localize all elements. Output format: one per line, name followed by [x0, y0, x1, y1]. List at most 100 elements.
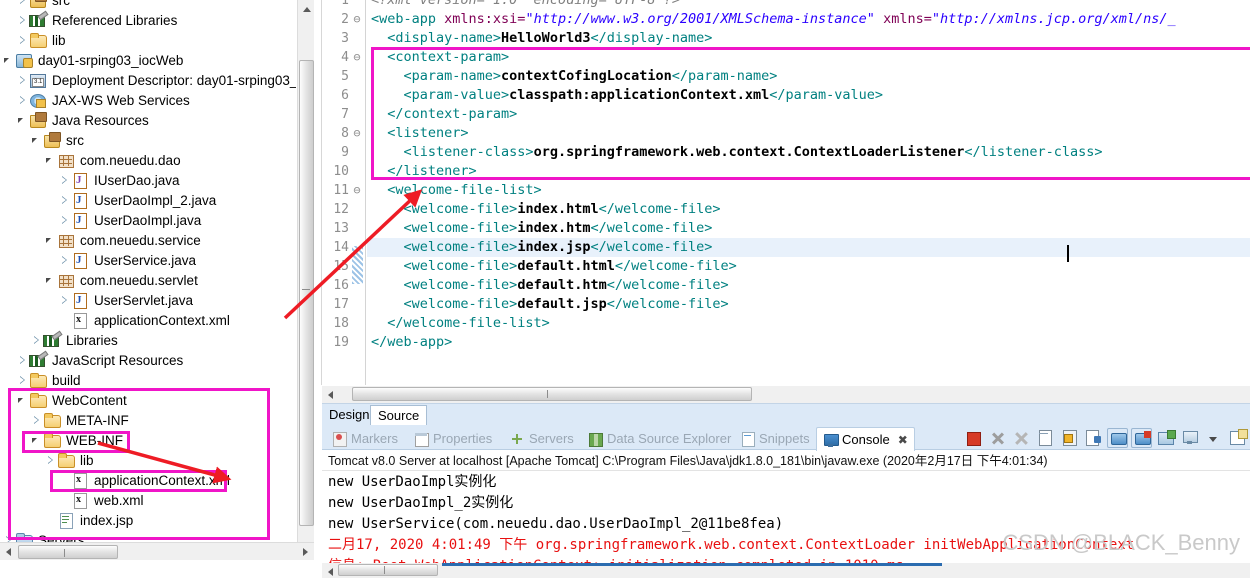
editor-mode-tabs[interactable]: Design Source: [322, 403, 1250, 426]
remove-launch-button[interactable]: [987, 428, 1008, 448]
expand-arrow-closed-icon[interactable]: [30, 410, 43, 430]
tree-item[interactable]: com.neuedu.dao: [0, 150, 296, 170]
code-line[interactable]: <welcome-file-list>: [371, 181, 541, 200]
tree-item[interactable]: index.jsp: [0, 510, 296, 530]
console-toolbar[interactable]: [963, 427, 1248, 449]
console-scroll-left-button[interactable]: [322, 563, 336, 578]
code-area[interactable]: <?xml version="1.0" encoding="UTF-8"?> <w…: [367, 0, 1250, 385]
expand-arrow-closed-icon[interactable]: [16, 70, 29, 90]
expand-arrow-open-icon[interactable]: [30, 130, 43, 150]
tree-item[interactable]: META-INF: [0, 410, 296, 430]
expand-arrow-open-icon[interactable]: [2, 50, 15, 70]
close-icon[interactable]: ✖: [898, 429, 908, 451]
expand-arrow-open-icon[interactable]: [44, 230, 57, 250]
open-console-button[interactable]: [1227, 428, 1248, 448]
tab-source[interactable]: Source: [370, 405, 428, 426]
expand-arrow-closed-icon[interactable]: [58, 290, 71, 310]
tree-item[interactable]: UserService.java: [0, 250, 296, 270]
scroll-lock-button[interactable]: [1059, 428, 1080, 448]
tab-design[interactable]: Design: [322, 405, 376, 426]
console-dropdown-button[interactable]: [1203, 428, 1224, 448]
code-line[interactable]: <listener>: [371, 124, 468, 143]
show-console-on-error-button[interactable]: [1131, 428, 1152, 448]
tree-item[interactable]: applicationContext.xml: [0, 310, 296, 330]
fold-toggle-icon[interactable]: ⊖: [351, 124, 363, 143]
code-line[interactable]: </welcome-file-list>: [371, 314, 550, 333]
editor-horizontal-scrollbar[interactable]: [322, 386, 1250, 403]
expand-arrow-open-icon[interactable]: [44, 270, 57, 290]
explorer-vertical-scrollbar[interactable]: [297, 0, 314, 560]
expand-arrow-closed-icon[interactable]: [30, 330, 43, 350]
code-line[interactable]: <welcome-file>index.jsp</welcome-file>: [367, 238, 1250, 257]
editor-scroll-left-button[interactable]: [322, 386, 338, 403]
code-line[interactable]: <welcome-file>default.jsp</welcome-file>: [371, 295, 729, 314]
scroll-up-button[interactable]: [298, 0, 314, 17]
tree-item[interactable]: src: [0, 0, 296, 10]
tree-item[interactable]: lib: [0, 450, 296, 470]
expand-arrow-open-icon[interactable]: [16, 110, 29, 130]
tree-item[interactable]: src: [0, 130, 296, 150]
project-explorer-panel[interactable]: src Referenced Libraries lib day01-srping03…: [0, 0, 314, 560]
code-line[interactable]: <listener-class>org.springframework.web.…: [371, 143, 1103, 162]
expand-arrow-closed-icon[interactable]: [16, 10, 29, 30]
expand-arrow-closed-icon[interactable]: [16, 350, 29, 370]
expand-arrow-closed-icon[interactable]: [58, 170, 71, 190]
expand-arrow-closed-icon[interactable]: [44, 450, 57, 470]
scroll-right-button[interactable]: [297, 543, 314, 560]
tree-item[interactable]: UserDaoImpl_2.java: [0, 190, 296, 210]
code-line[interactable]: <web-app xmlns:xsi="http://www.w3.org/20…: [371, 10, 1176, 29]
fold-toggle-icon[interactable]: ⊖: [351, 10, 363, 29]
view-tab-markers[interactable]: Markers: [326, 427, 404, 450]
terminate-button[interactable]: [963, 428, 984, 448]
expand-arrow-closed-icon[interactable]: [16, 370, 29, 390]
tree-item[interactable]: com.neuedu.service: [0, 230, 296, 250]
show-console-on-output-button[interactable]: [1107, 428, 1128, 448]
expand-arrow-closed-icon[interactable]: [16, 30, 29, 50]
tree-item[interactable]: com.neuedu.servlet: [0, 270, 296, 290]
fold-toggle-icon[interactable]: ⊖: [351, 48, 363, 67]
view-tab-snippets[interactable]: Snippets: [734, 427, 816, 450]
word-wrap-button[interactable]: [1083, 428, 1104, 448]
tree-item[interactable]: web.xml: [0, 490, 296, 510]
expand-arrow-open-icon[interactable]: [30, 430, 43, 450]
expand-arrow-closed-icon[interactable]: [16, 0, 29, 10]
explorer-horizontal-scrollbar[interactable]: [0, 542, 314, 560]
clear-console-button[interactable]: [1035, 428, 1056, 448]
pin-console-button[interactable]: [1155, 428, 1176, 448]
code-line[interactable]: <welcome-file>index.htm</welcome-file>: [371, 219, 713, 238]
console-horizontal-scrollbar[interactable]: [322, 563, 1250, 578]
tree-item[interactable]: Referenced Libraries: [0, 10, 296, 30]
code-line[interactable]: <param-name>contextCofingLocation</param…: [371, 67, 778, 86]
tree-item[interactable]: JavaScript Resources: [0, 350, 296, 370]
view-tab-data-source-explorer[interactable]: Data Source Explorer: [582, 427, 737, 450]
tree-item[interactable]: JAX-WS Web Services: [0, 90, 296, 110]
remove-all-launches-button[interactable]: [1011, 428, 1032, 448]
view-tab-properties[interactable]: Properties: [408, 427, 498, 450]
code-line[interactable]: <display-name>HelloWorld3</display-name>: [371, 29, 712, 48]
code-line[interactable]: <welcome-file>default.htm</welcome-file>: [371, 276, 729, 295]
view-tab-console[interactable]: Console ✖: [816, 427, 915, 451]
expand-arrow-closed-icon[interactable]: [58, 210, 71, 230]
code-line[interactable]: </context-param>: [371, 105, 517, 124]
code-line[interactable]: </web-app>: [371, 333, 452, 352]
code-line[interactable]: <param-value>classpath:applicationContex…: [371, 86, 884, 105]
fold-toggle-icon[interactable]: ⊖: [351, 181, 363, 200]
tree-item[interactable]: day01-srping03_iocWeb: [0, 50, 296, 70]
tree-item[interactable]: applicationContext.xml: [0, 470, 296, 490]
code-line[interactable]: <welcome-file>index.html</welcome-file>: [371, 200, 721, 219]
expand-arrow-open-icon[interactable]: [16, 390, 29, 410]
tree-item[interactable]: IUserDao.java: [0, 170, 296, 190]
tree-item[interactable]: lib: [0, 30, 296, 50]
tree-item[interactable]: WEB-INF: [0, 430, 296, 450]
tree-item[interactable]: build: [0, 370, 296, 390]
tree-item[interactable]: Libraries: [0, 330, 296, 350]
source-editor[interactable]: 1 2 ⊖ 3 4 ⊖ 5 6 7 8 ⊖ 9 10 11 ⊖ 12 13 14 15 16 17 18 19 <?xml …: [322, 0, 1250, 385]
expand-arrow-closed-icon[interactable]: [58, 250, 71, 270]
code-line[interactable]: <context-param>: [371, 48, 509, 67]
tree-item[interactable]: UserServlet.java: [0, 290, 296, 310]
view-tab-servers[interactable]: Servers: [504, 427, 580, 450]
scroll-left-button[interactable]: [0, 543, 17, 560]
expand-arrow-closed-icon[interactable]: [16, 90, 29, 110]
project-tree[interactable]: src Referenced Libraries lib day01-srping03…: [0, 0, 296, 560]
code-line[interactable]: <welcome-file>default.html</welcome-file…: [371, 257, 737, 276]
